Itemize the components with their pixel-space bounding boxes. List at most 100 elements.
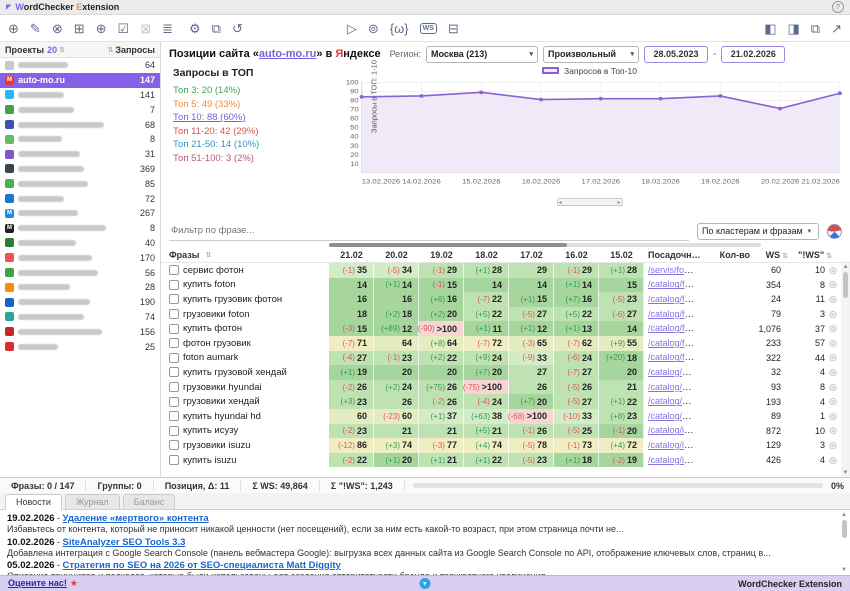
sidebar-project-item[interactable]: 72 <box>0 191 160 206</box>
target-icon[interactable]: ◎ <box>825 367 841 378</box>
landing-url-link[interactable]: /catalog/hyundai/gruzov… <box>648 382 695 393</box>
news-title-link[interactable]: Стратегия по SEO на 2026 от SEO-специали… <box>63 560 341 571</box>
sort-icon[interactable]: ⇅ <box>782 253 788 260</box>
top-stat-item[interactable]: Топ 5: 49 (33%) <box>173 98 333 112</box>
scroll-down-icon[interactable]: ▼ <box>843 470 849 476</box>
add-project-icon[interactable]: ⊕ <box>8 22 19 35</box>
date-column-header[interactable]: 17.02 <box>509 250 554 260</box>
sidebar-project-item[interactable]: 28 <box>0 280 160 295</box>
row-checkbox[interactable] <box>169 397 179 407</box>
target-icon[interactable]: ◎ <box>825 440 841 451</box>
sidebar-project-item[interactable]: 141 <box>0 88 160 103</box>
top-stat-item[interactable]: Топ 21-50: 14 (10%) <box>173 138 333 152</box>
history-icon[interactable]: ↺ <box>232 22 243 35</box>
date-from-input[interactable]: 28.05.2023 <box>644 46 708 63</box>
sidebar-project-item[interactable]: Mauto-mo.ru147 <box>0 73 160 88</box>
news-title-link[interactable]: Удаление «мертвого» контента <box>63 513 209 524</box>
date-column-header[interactable]: 16.02 <box>554 250 599 260</box>
target-icon[interactable]: ◎ <box>825 279 841 290</box>
tab-active-item[interactable]: Новости <box>5 494 62 510</box>
date-column-header[interactable]: 19.02 <box>419 250 464 260</box>
row-checkbox[interactable] <box>169 411 179 421</box>
tab-item[interactable]: Баланс <box>123 494 176 509</box>
date-column-header[interactable]: 20.02 <box>374 250 419 260</box>
landing-url-link[interactable]: /catalog/foton/ <box>648 279 695 290</box>
group-mode-select[interactable]: По кластерам и фразам▾ <box>697 223 819 240</box>
row-checkbox[interactable] <box>169 265 179 275</box>
chart-range-slider[interactable]: ◂ ▸ <box>557 198 623 206</box>
target-icon[interactable]: ◎ <box>825 455 841 466</box>
landing-url-link[interactable]: /catalog/foton/ <box>648 294 695 305</box>
row-checkbox[interactable] <box>169 426 179 436</box>
site-link[interactable]: auto-mo.ru <box>259 48 316 60</box>
table-vertical-scrollbar[interactable]: ▲ ▼ <box>841 263 850 477</box>
add-phrases-icon[interactable]: ⊕ <box>96 22 107 35</box>
sidebar-project-item[interactable]: 74 <box>0 310 160 325</box>
rate-us-link[interactable]: Оцените нас! <box>8 578 67 588</box>
projects-sort-icon[interactable]: ⇅ <box>59 46 65 54</box>
iws-column-header[interactable]: "!WS"⇅ <box>790 250 834 260</box>
target-icon[interactable]: ◎ <box>825 411 841 422</box>
live-mode-icon[interactable]: {ω} <box>390 22 409 35</box>
scroll-down-icon[interactable]: ▼ <box>841 567 847 573</box>
target-icon[interactable]: ◎ <box>825 294 841 305</box>
delete-phrases-icon[interactable]: ⊠ <box>140 22 151 35</box>
target-icon[interactable]: ◎ <box>825 425 841 436</box>
sidebar-project-item[interactable]: 31 <box>0 147 160 162</box>
sidebar-project-item[interactable]: 56 <box>0 265 160 280</box>
check-one-icon[interactable]: ⊚ <box>368 22 379 35</box>
landing-url-link[interactable]: /catalog/hyundai/gruzov… <box>648 396 695 407</box>
groups-icon[interactable]: ≣ <box>162 22 173 35</box>
row-checkbox[interactable] <box>169 367 179 377</box>
top-stat-item[interactable]: Топ 3: 20 (14%) <box>173 84 333 98</box>
sidebar-project-item[interactable]: 156 <box>0 324 160 339</box>
target-icon[interactable]: ◎ <box>825 323 841 334</box>
help-icon[interactable]: ? <box>832 1 844 13</box>
landing-url-link[interactable]: /catalog/foton/ <box>648 309 695 320</box>
sort-icon[interactable]: ⇅ <box>826 253 832 260</box>
target-icon[interactable]: ◎ <box>825 309 841 320</box>
tab-item[interactable]: Журнал <box>65 494 120 509</box>
edit-project-icon[interactable]: ✎ <box>30 22 41 35</box>
sidebar-project-item[interactable]: 25 <box>0 339 160 354</box>
date-column-header[interactable]: 21.02 <box>329 250 374 260</box>
open-external-icon[interactable]: ↗ <box>831 22 842 35</box>
sort-icon[interactable]: ⇅ <box>205 251 211 259</box>
news-scrollbar-thumb[interactable] <box>842 520 847 538</box>
row-checkbox[interactable] <box>169 455 179 465</box>
slider-right-arrow-icon[interactable]: ▸ <box>617 199 620 206</box>
delete-project-icon[interactable]: ⊗ <box>52 22 63 35</box>
row-checkbox[interactable] <box>169 280 179 290</box>
edit-phrases-icon[interactable]: ☑ <box>118 22 130 35</box>
period-select[interactable]: Произвольный▾ <box>543 46 639 63</box>
top-stat-item[interactable]: Топ 51-100: 3 (2%) <box>173 152 333 166</box>
ws-column-header[interactable]: WS⇅ <box>750 250 790 260</box>
row-checkbox[interactable] <box>169 353 179 363</box>
row-checkbox[interactable] <box>169 338 179 348</box>
date-column-header[interactable]: 15.02 <box>599 250 644 260</box>
horizontal-scrollbar[interactable] <box>329 243 761 247</box>
date-to-input[interactable]: 21.02.2026 <box>721 46 785 63</box>
telegram-icon[interactable]: ➤ <box>420 578 431 589</box>
phrases-column-header[interactable]: Фразы⇅ <box>161 250 329 260</box>
horizontal-scrollbar-thumb[interactable] <box>329 243 567 247</box>
row-checkbox[interactable] <box>169 440 179 450</box>
landing-url-link[interactable]: /catalog/isuzu/ <box>648 455 695 466</box>
region-select[interactable]: Москва (213)▾ <box>426 46 538 63</box>
target-icon[interactable]: ◎ <box>825 265 841 276</box>
export-icon[interactable]: ⧉ <box>212 22 221 35</box>
import-phrases-icon[interactable]: ⊞ <box>74 22 85 35</box>
landing-url-link[interactable]: /servis/foton/ <box>648 265 695 276</box>
date-column-header[interactable]: 18.02 <box>464 250 509 260</box>
sidebar-project-item[interactable]: 68 <box>0 117 160 132</box>
sidebar-project-item[interactable]: 170 <box>0 250 160 265</box>
top-stat-item[interactable]: Топ 10: 88 (60%) <box>173 111 333 125</box>
toggle-left-panel-icon[interactable]: ◧ <box>764 22 776 35</box>
sidebar-project-item[interactable]: 8 <box>0 132 160 147</box>
target-icon[interactable]: ◎ <box>825 382 841 393</box>
sidebar-project-item[interactable]: 64 <box>0 58 160 73</box>
wordstat-icon[interactable]: WS <box>420 23 437 34</box>
phrase-filter-input[interactable] <box>169 222 689 241</box>
toggle-right-panel-icon[interactable]: ◨ <box>788 22 800 35</box>
count-column-header[interactable]: Кол-во <box>704 250 750 260</box>
